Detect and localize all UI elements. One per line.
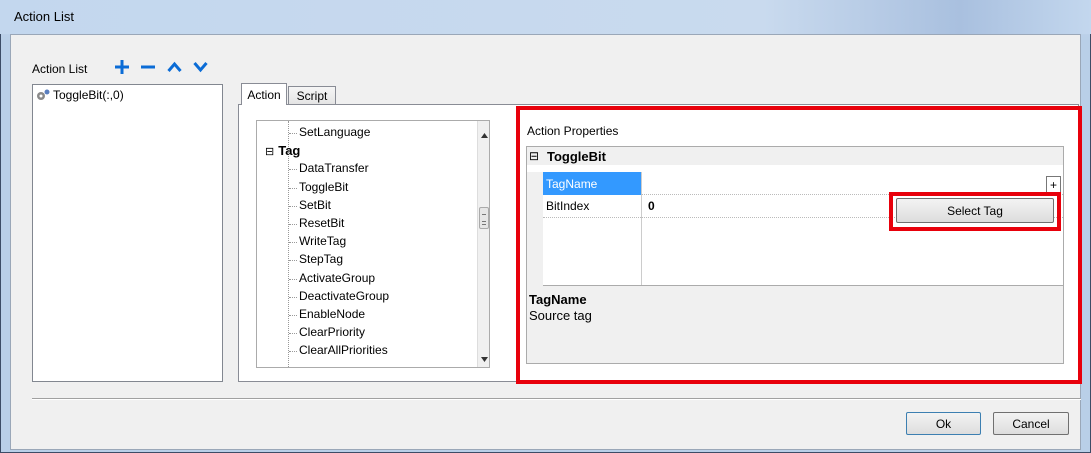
tree-item-label: ClearPriority bbox=[299, 325, 366, 340]
collapse-icon[interactable]: ⊟ bbox=[265, 146, 274, 158]
move-down-icon[interactable] bbox=[191, 58, 209, 76]
tree-item-label: ResetBit bbox=[299, 216, 345, 230]
action-properties-title: Action Properties bbox=[527, 124, 619, 138]
tab-action-label: Action bbox=[247, 87, 281, 102]
action-list-label: Action List bbox=[32, 62, 88, 76]
action-tree[interactable]: SetLanguage ⊟ Tag DataTransfer ToggleBit SetB… bbox=[256, 120, 490, 368]
tab-action[interactable]: Action bbox=[241, 83, 287, 105]
tree-connector bbox=[289, 351, 297, 353]
gear-icon bbox=[35, 88, 51, 102]
tree-item-label: WriteTag bbox=[299, 234, 347, 249]
list-item-label: ToggleBit(:,0) bbox=[53, 88, 124, 102]
separator-line bbox=[32, 398, 1081, 400]
tree-connector bbox=[289, 278, 297, 280]
tree-connector bbox=[289, 169, 297, 171]
remove-icon[interactable] bbox=[139, 58, 157, 76]
action-list-box[interactable]: ToggleBit(:,0) bbox=[32, 84, 223, 382]
tree-connector bbox=[289, 296, 297, 298]
tree-item-label: StepTag bbox=[299, 252, 344, 267]
tree-item[interactable]: WriteTag bbox=[299, 234, 346, 248]
scroll-down-arrow-icon[interactable] bbox=[481, 351, 488, 365]
tree-item[interactable]: ResetBit bbox=[299, 216, 344, 230]
property-group-header[interactable]: ⊟ ToggleBit bbox=[527, 147, 1063, 165]
tree-item-label: SetBit bbox=[299, 197, 332, 212]
move-up-icon[interactable] bbox=[165, 58, 183, 76]
property-description: TagName Source tag bbox=[526, 286, 1064, 364]
list-item[interactable]: ToggleBit(:,0) bbox=[35, 87, 124, 103]
tree-item[interactable]: ⊟ Tag bbox=[265, 143, 300, 158]
tree-connector bbox=[289, 242, 297, 244]
tree-connector bbox=[289, 205, 297, 207]
column-divider bbox=[641, 218, 642, 285]
description-title: TagName bbox=[529, 292, 587, 307]
tree-item-label: EnableNode bbox=[299, 307, 366, 321]
tree-item[interactable]: DataTransfer bbox=[299, 161, 369, 175]
tree-connector bbox=[289, 133, 297, 134]
tree-item-label: DeactivateGroup bbox=[299, 288, 390, 303]
tree-item[interactable]: ToggleBit bbox=[299, 180, 348, 194]
tab-script-label: Script bbox=[296, 89, 328, 103]
tree-item[interactable]: ClearAllPriorities bbox=[299, 343, 388, 357]
collapse-icon[interactable]: ⊟ bbox=[529, 149, 543, 163]
tree-scrollbar[interactable] bbox=[477, 121, 489, 367]
tree-connector bbox=[289, 224, 297, 225]
scroll-up-arrow-icon[interactable] bbox=[481, 127, 488, 141]
tree-item-label: ActivateGroup bbox=[299, 270, 376, 285]
scroll-thumb[interactable] bbox=[479, 207, 489, 229]
grid-margin bbox=[527, 172, 543, 287]
property-name: TagName bbox=[543, 172, 641, 195]
property-name: BitIndex bbox=[543, 195, 641, 218]
tree-item[interactable]: EnableNode bbox=[299, 307, 365, 321]
ok-button[interactable]: Ok bbox=[906, 412, 981, 435]
tree-connector bbox=[289, 333, 297, 335]
window-title: Action List bbox=[14, 9, 74, 24]
tree-connector bbox=[289, 315, 297, 316]
tree-item-label: SetLanguage bbox=[299, 125, 371, 139]
tree-item[interactable]: SetLanguage bbox=[299, 125, 370, 139]
tree-item-label: ToggleBit bbox=[299, 179, 349, 194]
tree-connector bbox=[289, 260, 297, 262]
title-bar[interactable]: Action List bbox=[0, 0, 1091, 34]
property-row-tagname[interactable]: TagName + bbox=[543, 172, 1063, 195]
cancel-button[interactable]: Cancel bbox=[993, 412, 1069, 435]
select-tag-button[interactable]: Select Tag bbox=[896, 198, 1054, 223]
tab-script[interactable]: Script bbox=[288, 86, 336, 105]
property-value-field[interactable] bbox=[641, 172, 1063, 195]
tree-item[interactable]: DeactivateGroup bbox=[299, 289, 389, 303]
description-text: Source tag bbox=[529, 308, 592, 323]
tree-item[interactable]: StepTag bbox=[299, 252, 343, 266]
add-icon[interactable] bbox=[113, 58, 131, 76]
property-group-name: ToggleBit bbox=[547, 148, 606, 164]
tree-item-label: Tag bbox=[278, 143, 301, 159]
tree-item[interactable]: ActivateGroup bbox=[299, 271, 375, 285]
expand-button[interactable]: + bbox=[1046, 176, 1061, 193]
tree-item[interactable]: ClearPriority bbox=[299, 325, 365, 339]
tree-item[interactable]: SetBit bbox=[299, 198, 331, 212]
tree-item-label: ClearAllPriorities bbox=[299, 343, 388, 358]
tree-connector bbox=[289, 187, 297, 189]
tree-item-label: DataTransfer bbox=[299, 161, 369, 176]
